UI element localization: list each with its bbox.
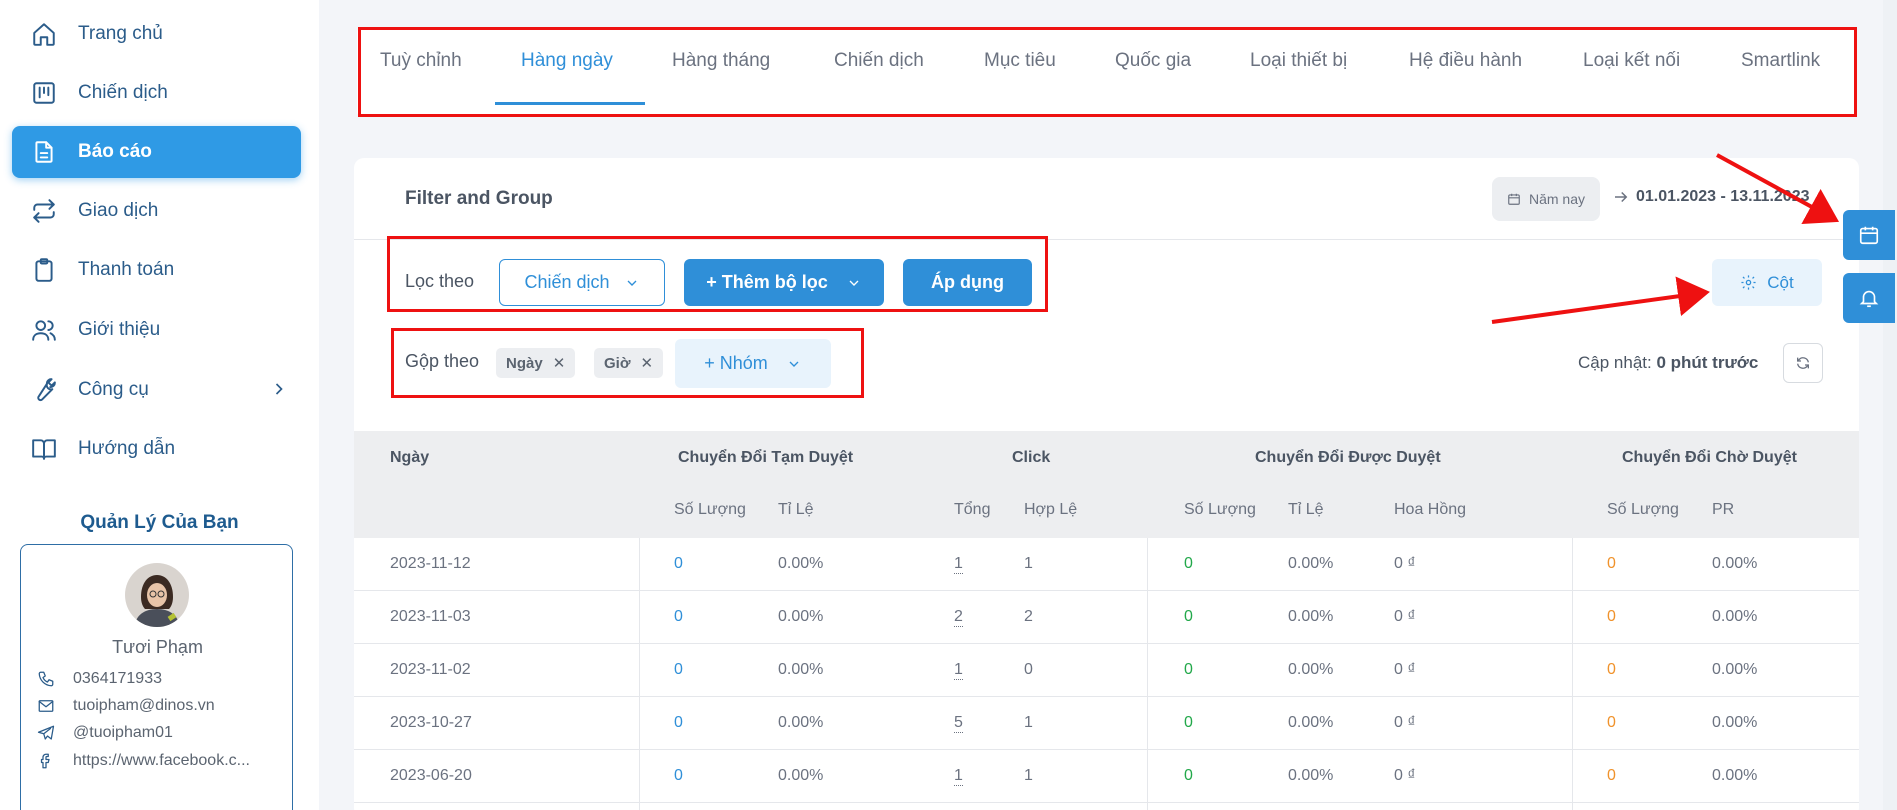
table-row: 2023-06-20 0 0.00% 1 1 0 0.00% 0 ₫ 0 0.0… — [354, 750, 1859, 803]
manager-phone[interactable]: 0364171933 — [37, 670, 162, 688]
table-row: 2023-11-12 0 0.00% 1 1 0 0.00% 0 ₫ 0 0.0… — [354, 538, 1859, 591]
calendar-icon — [1859, 226, 1879, 245]
column-divider — [1147, 538, 1148, 810]
col-approved-rate[interactable]: Tỉ Lệ — [1288, 501, 1324, 519]
col-click-total[interactable]: Tổng — [954, 501, 990, 519]
bell-icon — [1859, 290, 1879, 308]
table-row: 2023-11-03 0 0.00% 2 2 0 0.00% 0 ₫ 0 0.0… — [354, 591, 1859, 644]
table-row: 2023-11-02 0 0.00% 1 0 0 0.00% 0 ₫ 0 0.0… — [354, 644, 1859, 697]
users-icon — [30, 316, 58, 344]
scrollbar[interactable] — [1883, 0, 1897, 810]
sidebar-item-label: Giới thiệu — [78, 319, 161, 340]
home-icon — [30, 20, 58, 48]
calendar-float-button[interactable] — [1843, 210, 1895, 260]
calendar-icon — [1508, 193, 1520, 205]
sidebar-item-payments[interactable]: Thanh toán — [12, 244, 301, 296]
manager-name: Tươi Phạm — [112, 637, 203, 657]
manager-card: Tươi Phạm 0364171933 tuoipham@dinos.vn @… — [20, 544, 293, 810]
telegram-icon — [37, 724, 59, 742]
sidebar-item-label: Chiến dịch — [78, 82, 168, 103]
clipboard-icon — [30, 256, 58, 284]
col-pending-rate[interactable]: Tỉ Lệ — [778, 501, 814, 519]
document-icon — [30, 138, 58, 166]
col-waiting-qty[interactable]: Số Lượng — [1607, 501, 1679, 519]
board-icon — [30, 79, 58, 107]
col-date[interactable]: Ngày — [390, 449, 429, 467]
sidebar-item-label: Trang chủ — [78, 23, 163, 44]
column-divider — [639, 538, 640, 810]
mail-icon — [37, 697, 59, 715]
panel-title: Filter and Group — [405, 188, 553, 209]
manager-email[interactable]: tuoipham@dinos.vn — [37, 697, 215, 715]
sidebar-item-label: Hướng dẫn — [78, 438, 176, 459]
col-pending-qty[interactable]: Số Lượng — [674, 501, 746, 519]
table-row: 2023-10-27 0 0.00% 5 1 0 0.00% 0 ₫ 0 0.0… — [354, 697, 1859, 750]
sidebar: Trang chủ Chiến dịch Báo cáo Giao dịch T… — [0, 0, 319, 810]
date-range-picker[interactable]: 01.01.2023 - 13.11.2023 — [1636, 188, 1810, 206]
annotation-box-tabs — [358, 27, 1857, 117]
col-group-pending: Chuyển Đổi Tạm Duyệt — [678, 449, 854, 466]
table-header: Ngày Chuyển Đổi Tạm Duyệt Click Chuyển Đ… — [354, 431, 1859, 538]
phone-icon — [37, 670, 59, 688]
notification-float-button[interactable] — [1843, 273, 1895, 323]
col-approved-commission[interactable]: Hoa Hồng — [1394, 501, 1466, 519]
sidebar-item-referral[interactable]: Giới thiệu — [12, 304, 301, 356]
column-divider — [1572, 538, 1573, 810]
annotation-box-group — [391, 328, 864, 398]
wrench-icon — [30, 376, 58, 404]
sidebar-item-label: Công cụ — [78, 379, 149, 400]
manager-facebook[interactable]: https://www.facebook.c... — [37, 752, 250, 770]
sidebar-item-guide[interactable]: Hướng dẫn — [12, 423, 301, 475]
col-approved-qty[interactable]: Số Lượng — [1184, 501, 1256, 519]
date-preset-button[interactable]: Năm nay — [1492, 177, 1600, 221]
gear-icon — [1741, 275, 1756, 290]
columns-button[interactable]: Cột — [1712, 259, 1822, 306]
swap-icon — [30, 197, 58, 225]
sidebar-item-campaigns[interactable]: Chiến dịch — [12, 67, 301, 119]
col-click-valid[interactable]: Hợp Lệ — [1024, 501, 1077, 519]
book-icon — [30, 435, 58, 463]
annotation-box-filter — [387, 236, 1048, 312]
avatar — [125, 563, 189, 627]
refresh-button[interactable] — [1783, 343, 1823, 383]
manager-title: Quản Lý Của Bạn — [80, 512, 239, 533]
sidebar-item-home[interactable]: Trang chủ — [12, 8, 301, 60]
sidebar-item-label: Thanh toán — [78, 259, 175, 280]
refresh-icon — [1797, 357, 1809, 369]
last-updated: Cập nhật: 0 phút trước — [1578, 353, 1759, 372]
manager-telegram[interactable]: @tuoipham01 — [37, 724, 173, 742]
facebook-icon — [37, 752, 59, 770]
sidebar-item-reports[interactable]: Báo cáo — [12, 126, 301, 178]
col-group-approved: Chuyển Đổi Được Duyệt — [1255, 449, 1441, 466]
sidebar-item-tools[interactable]: Công cụ — [12, 364, 301, 416]
sidebar-item-label: Báo cáo — [78, 141, 152, 162]
arrow-right-icon — [1612, 188, 1630, 211]
col-waiting-pr[interactable]: PR — [1712, 501, 1734, 519]
sidebar-item-label: Giao dịch — [78, 200, 159, 221]
sidebar-item-transactions[interactable]: Giao dịch — [12, 185, 301, 237]
col-group-click: Click — [1012, 449, 1051, 466]
col-group-waiting: Chuyển Đổi Chờ Duyệt — [1622, 449, 1797, 466]
chevron-right-icon — [269, 379, 289, 405]
